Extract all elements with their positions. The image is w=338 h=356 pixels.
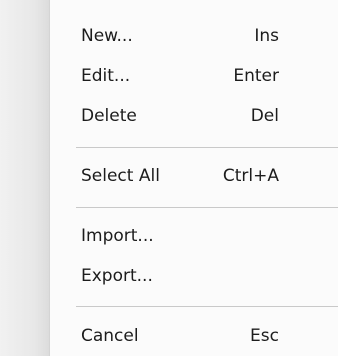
menu-item-import-label: Import... [81,226,154,246]
menu-item-cancel-label: Cancel [81,326,139,346]
menu-icon-gutter [0,0,50,356]
menu-item-cancel-shortcut: Esc [250,326,279,346]
menu-item-select-all[interactable]: Select All Ctrl+A [54,158,338,194]
menu-separator [76,147,338,148]
context-menu: New... Ins Edit... Enter Delete Del Sele… [0,0,338,356]
menu-item-export[interactable]: Export... [54,258,338,294]
menu-item-delete-shortcut: Del [250,106,279,126]
menu-item-new-shortcut: Ins [254,26,279,46]
menu-item-new-label: New... [81,26,133,46]
menu-item-cancel[interactable]: Cancel Esc [54,318,338,354]
menu-item-import[interactable]: Import... [54,218,338,254]
menu-item-export-label: Export... [81,266,153,286]
menu-item-edit-label: Edit... [81,66,131,86]
menu-item-delete-label: Delete [81,106,137,126]
menu-separator [76,306,338,307]
menu-item-new[interactable]: New... Ins [54,18,338,54]
menu-separator [76,207,338,208]
menu-item-edit[interactable]: Edit... Enter [54,58,338,94]
menu-item-select-all-label: Select All [81,166,160,186]
menu-item-select-all-shortcut: Ctrl+A [222,166,279,186]
menu-item-edit-shortcut: Enter [233,66,279,86]
menu-item-delete[interactable]: Delete Del [54,98,338,134]
